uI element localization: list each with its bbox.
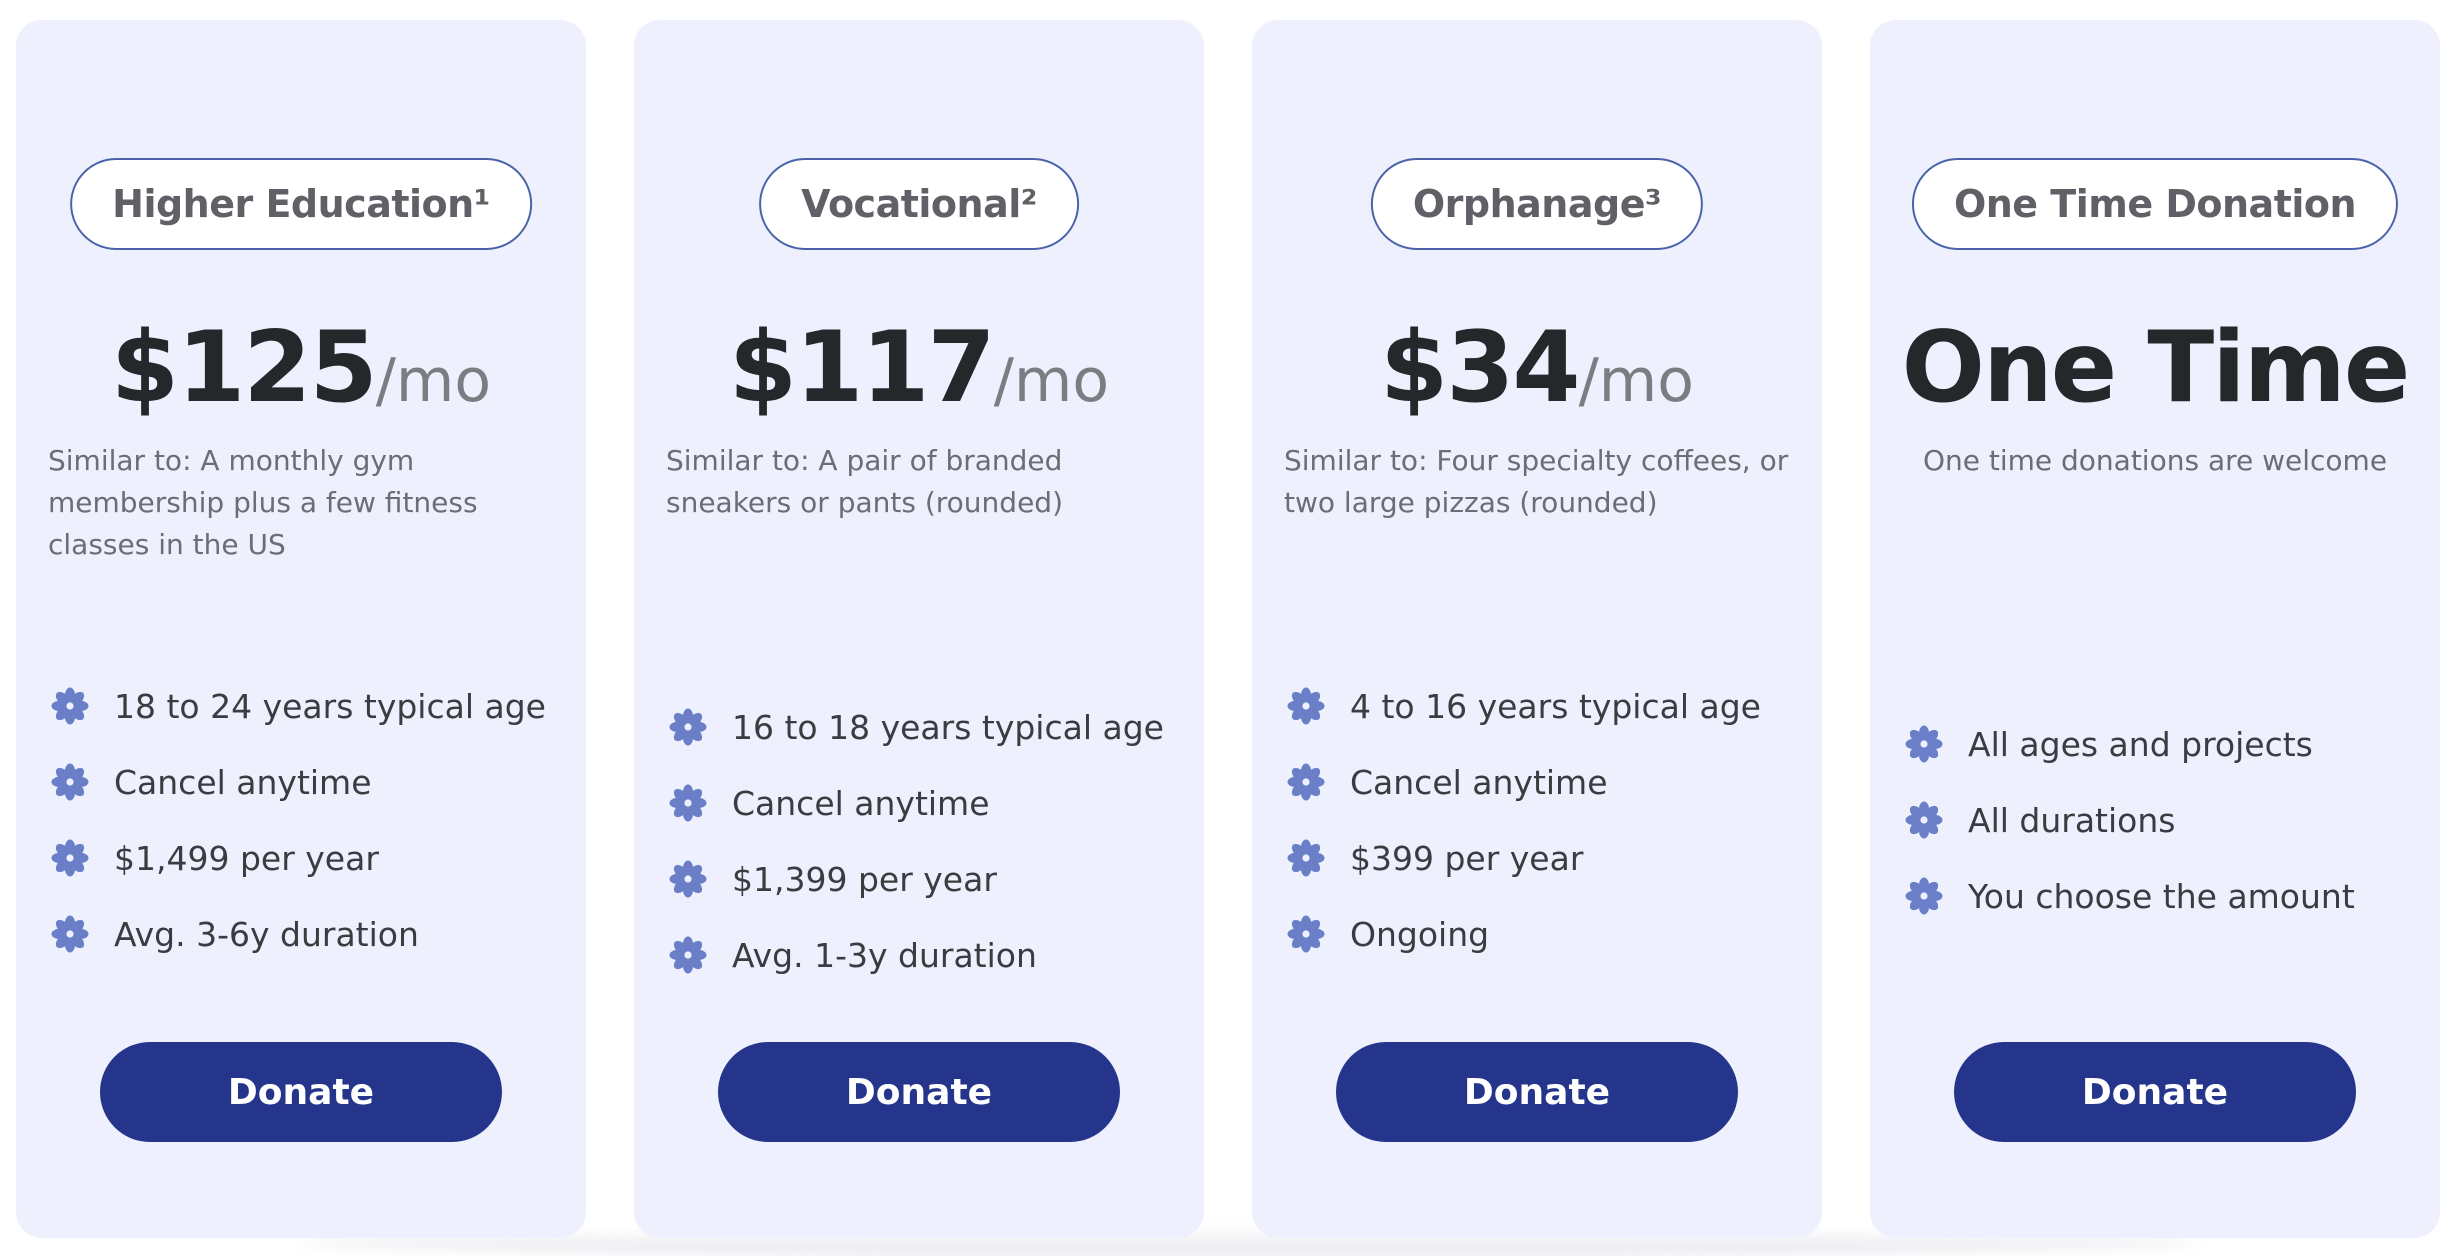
- feature-item: All durations: [1904, 782, 2420, 858]
- price-period: /mo: [375, 346, 492, 416]
- donate-button[interactable]: Donate: [718, 1042, 1120, 1142]
- feature-text: Cancel anytime: [1350, 762, 1608, 802]
- plan-card-one-time-donation: One Time Donation One Time One time dona…: [1870, 20, 2440, 1238]
- price-period: /mo: [993, 346, 1110, 416]
- feature-item: You choose the amount: [1904, 858, 2420, 934]
- pricing-cards: Higher Education¹ $125/mo Similar to: A …: [0, 0, 2458, 1256]
- feature-text: All ages and projects: [1968, 724, 2313, 764]
- feature-text: Avg. 3-6y duration: [114, 914, 419, 954]
- feature-item: Avg. 3-6y duration: [50, 896, 566, 972]
- feature-item: 4 to 16 years typical age: [1286, 668, 1802, 744]
- donate-button[interactable]: Donate: [100, 1042, 502, 1142]
- feature-text: All durations: [1968, 800, 2176, 840]
- price-amount: $125: [110, 311, 378, 425]
- feature-item: 18 to 24 years typical age: [50, 668, 566, 744]
- feature-text: Avg. 1-3y duration: [732, 935, 1037, 975]
- feature-text: 18 to 24 years typical age: [114, 686, 546, 726]
- donate-button[interactable]: Donate: [1336, 1042, 1738, 1142]
- plan-price: One Time: [1870, 306, 2440, 430]
- feature-list: 16 to 18 years typical age Cancel anytim…: [668, 689, 1184, 993]
- flower-icon: [1286, 762, 1326, 802]
- plan-name-badge: Orphanage³: [1370, 158, 1704, 250]
- flower-icon: [1904, 876, 1944, 916]
- feature-text: You choose the amount: [1968, 876, 2355, 916]
- feature-text: $399 per year: [1350, 838, 1584, 878]
- flower-icon: [1286, 838, 1326, 878]
- feature-item: Cancel anytime: [50, 744, 566, 820]
- flower-icon: [50, 762, 90, 802]
- feature-item: Cancel anytime: [1286, 744, 1802, 820]
- flower-icon: [50, 686, 90, 726]
- plan-comparison-text: Similar to: A monthly gym membership plu…: [48, 444, 478, 561]
- plan-card-vocational: Vocational² $117/mo Similar to: A pair o…: [634, 20, 1204, 1238]
- flower-icon: [1286, 686, 1326, 726]
- flower-icon: [668, 859, 708, 899]
- feature-text: 4 to 16 years typical age: [1350, 686, 1761, 726]
- feature-item: 16 to 18 years typical age: [668, 689, 1184, 765]
- plan-price: $117/mo: [634, 306, 1204, 443]
- plan-name-badge: Vocational²: [759, 158, 1079, 250]
- feature-list: 18 to 24 years typical age Cancel anytim…: [50, 668, 566, 972]
- feature-text: $1,499 per year: [114, 838, 379, 878]
- flower-icon: [668, 783, 708, 823]
- feature-item: Cancel anytime: [668, 765, 1184, 841]
- price-amount: $117: [728, 311, 996, 425]
- feature-text: Cancel anytime: [732, 783, 990, 823]
- price-amount: $34: [1380, 311, 1581, 425]
- plan-name-badge: Higher Education¹: [70, 158, 532, 250]
- feature-list: All ages and projects All durations You …: [1904, 706, 2420, 934]
- flower-icon: [668, 707, 708, 747]
- plan-price: $34/mo: [1252, 306, 1822, 443]
- price-period: /mo: [1578, 346, 1694, 416]
- flower-icon: [1286, 914, 1326, 954]
- plan-card-higher-education: Higher Education¹ $125/mo Similar to: A …: [16, 20, 586, 1238]
- plan-price: $125/mo: [16, 306, 586, 443]
- plan-comparison-text: One time donations are welcome: [1922, 444, 2388, 477]
- feature-text: 16 to 18 years typical age: [732, 707, 1164, 747]
- feature-item: All ages and projects: [1904, 706, 2420, 782]
- flower-icon: [50, 838, 90, 878]
- feature-item: $1,499 per year: [50, 820, 566, 896]
- feature-item: $1,399 per year: [668, 841, 1184, 917]
- feature-item: Avg. 1-3y duration: [668, 917, 1184, 993]
- plan-comparison-text: Similar to: A pair of branded sneakers o…: [666, 444, 1063, 519]
- feature-text: Cancel anytime: [114, 762, 372, 802]
- feature-item: $399 per year: [1286, 820, 1802, 896]
- price-amount: One Time: [1901, 311, 2411, 425]
- feature-text: Ongoing: [1350, 914, 1490, 954]
- feature-item: Ongoing: [1286, 896, 1802, 972]
- feature-text: $1,399 per year: [732, 859, 997, 899]
- flower-icon: [1904, 800, 1944, 840]
- plan-card-orphanage: Orphanage³ $34/mo Similar to: Four speci…: [1252, 20, 1822, 1238]
- feature-list: 4 to 16 years typical age Cancel anytime…: [1286, 668, 1802, 972]
- flower-icon: [668, 935, 708, 975]
- flower-icon: [1904, 724, 1944, 764]
- flower-icon: [50, 914, 90, 954]
- donate-button[interactable]: Donate: [1954, 1042, 2356, 1142]
- plan-name-badge: One Time Donation: [1911, 158, 2399, 250]
- plan-comparison-text: Similar to: Four specialty coffees, or t…: [1284, 444, 1789, 519]
